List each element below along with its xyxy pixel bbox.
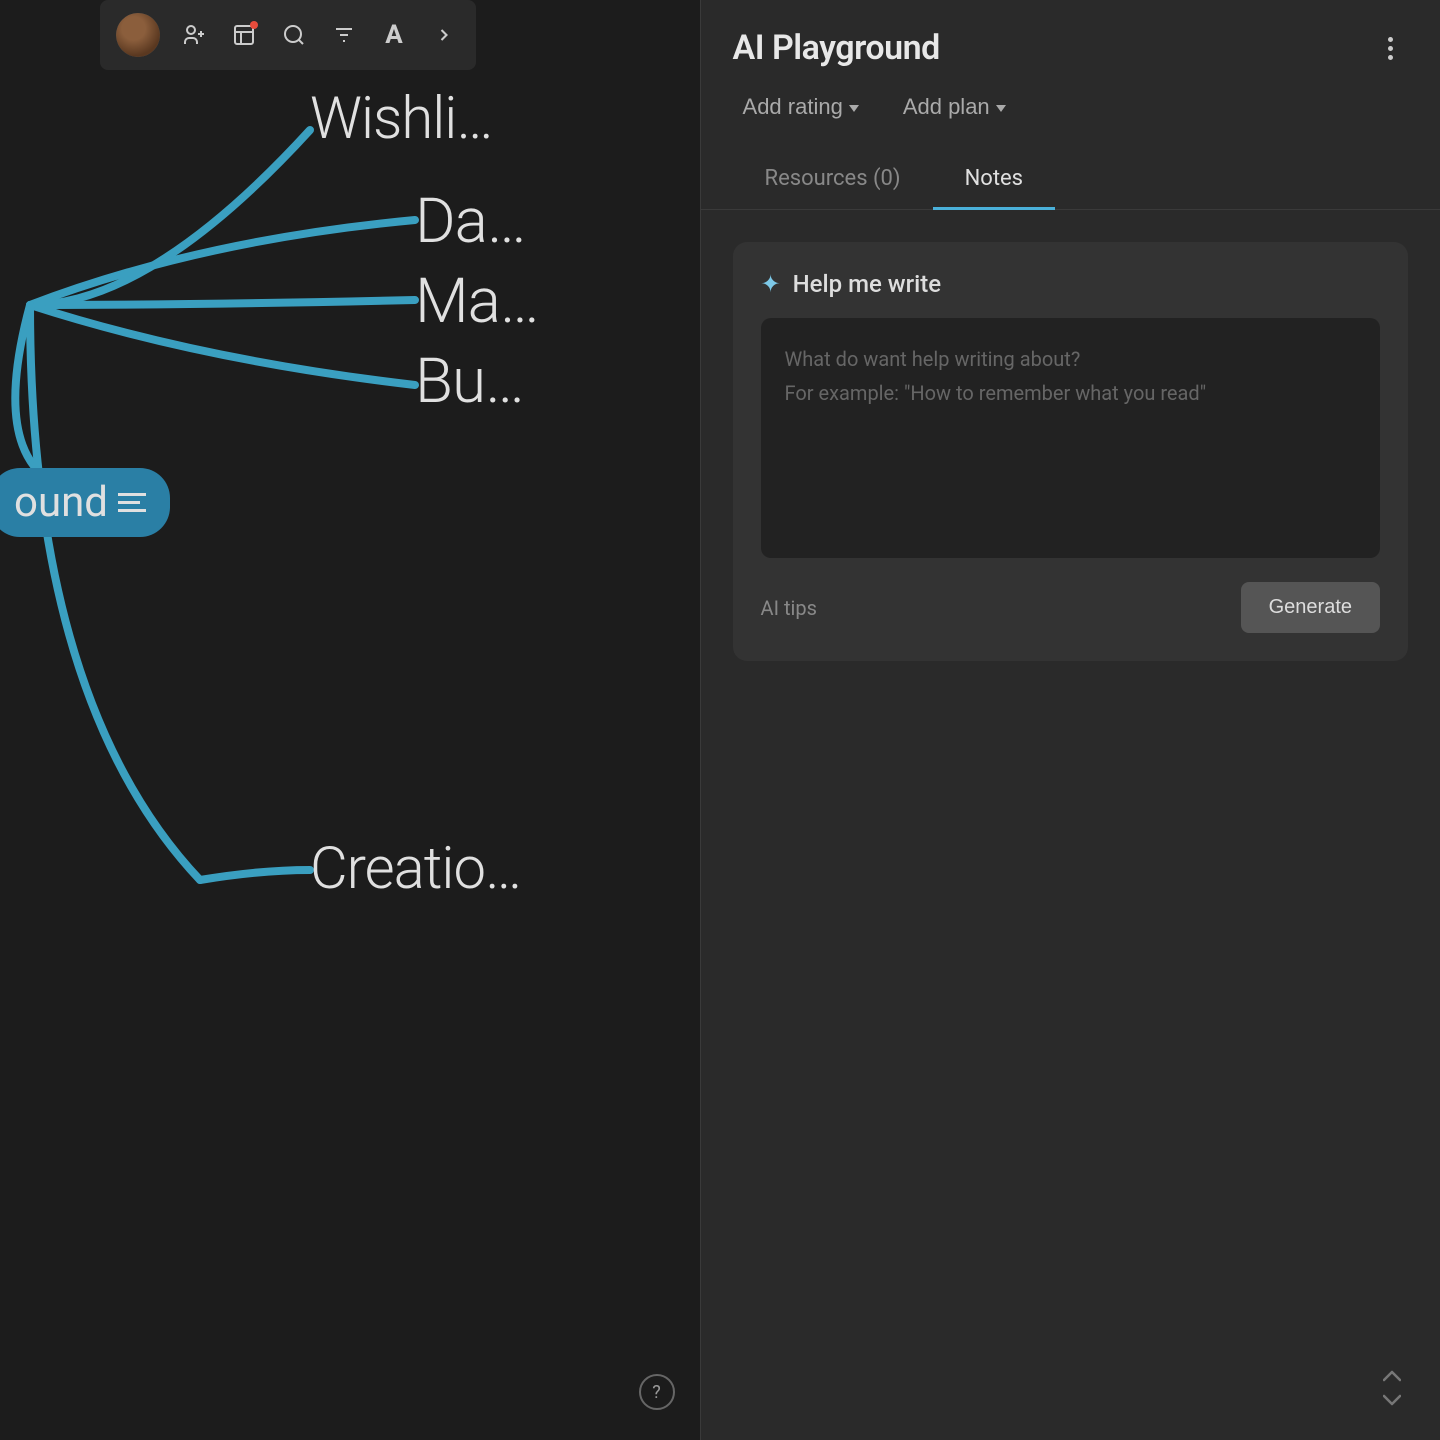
tag-text: ound xyxy=(14,478,108,527)
chevron-down-icon xyxy=(849,105,859,112)
toolbar: A xyxy=(100,0,476,70)
search-icon[interactable] xyxy=(278,19,310,51)
help-write-title: Help me write xyxy=(793,270,941,298)
scroll-arrows[interactable] xyxy=(1374,1366,1410,1410)
mindmap-lines xyxy=(0,0,700,1440)
mindmap-panel: A Wishli… Da… Ma… Bu… Creatio… ound ? xyxy=(0,0,700,1440)
node-bu[interactable]: Bu… xyxy=(415,345,524,418)
sparkle-icon: ✦ xyxy=(761,270,781,298)
avatar[interactable] xyxy=(116,13,160,57)
help-write-header: ✦ Help me write xyxy=(761,270,1380,298)
expand-icon[interactable] xyxy=(428,19,460,51)
help-write-textarea[interactable] xyxy=(761,318,1380,558)
filter-icon[interactable] xyxy=(328,19,360,51)
gallery-icon[interactable] xyxy=(228,19,260,51)
add-rating-button[interactable]: Add rating xyxy=(733,88,869,126)
more-options-button[interactable] xyxy=(1372,30,1408,66)
help-icon[interactable]: ? xyxy=(639,1374,675,1410)
ai-header: AI Playground xyxy=(701,0,1440,68)
node-wishlist[interactable]: Wishli… xyxy=(310,85,493,153)
generate-button[interactable]: Generate xyxy=(1241,582,1380,633)
tag-node[interactable]: ound xyxy=(0,468,170,537)
help-write-card: ✦ Help me write AI tips Generate xyxy=(733,242,1408,661)
help-write-footer: AI tips Generate xyxy=(761,582,1380,633)
ai-panel: AI Playground Add rating Add plan Resour… xyxy=(701,0,1440,1440)
node-ma[interactable]: Ma… xyxy=(415,265,539,338)
ai-tips-link[interactable]: AI tips xyxy=(761,596,817,620)
add-plan-button[interactable]: Add plan xyxy=(893,88,1016,126)
scroll-up-arrow[interactable] xyxy=(1374,1366,1410,1386)
three-dots-icon xyxy=(1388,37,1393,60)
node-creation[interactable]: Creatio… xyxy=(310,835,521,903)
chevron-down-icon xyxy=(996,105,1006,112)
ai-content: ✦ Help me write AI tips Generate xyxy=(701,210,1440,1440)
ai-title: AI Playground xyxy=(733,28,940,68)
node-da[interactable]: Da… xyxy=(415,185,526,258)
tab-resources[interactable]: Resources (0) xyxy=(733,150,933,210)
ai-tabs: Resources (0) Notes xyxy=(701,150,1440,210)
text-icon[interactable]: A xyxy=(378,19,410,51)
scroll-down-arrow[interactable] xyxy=(1374,1390,1410,1410)
tag-lines-icon xyxy=(118,493,146,512)
add-person-icon[interactable] xyxy=(178,19,210,51)
ai-actions: Add rating Add plan xyxy=(701,68,1440,126)
tab-notes[interactable]: Notes xyxy=(933,150,1055,210)
